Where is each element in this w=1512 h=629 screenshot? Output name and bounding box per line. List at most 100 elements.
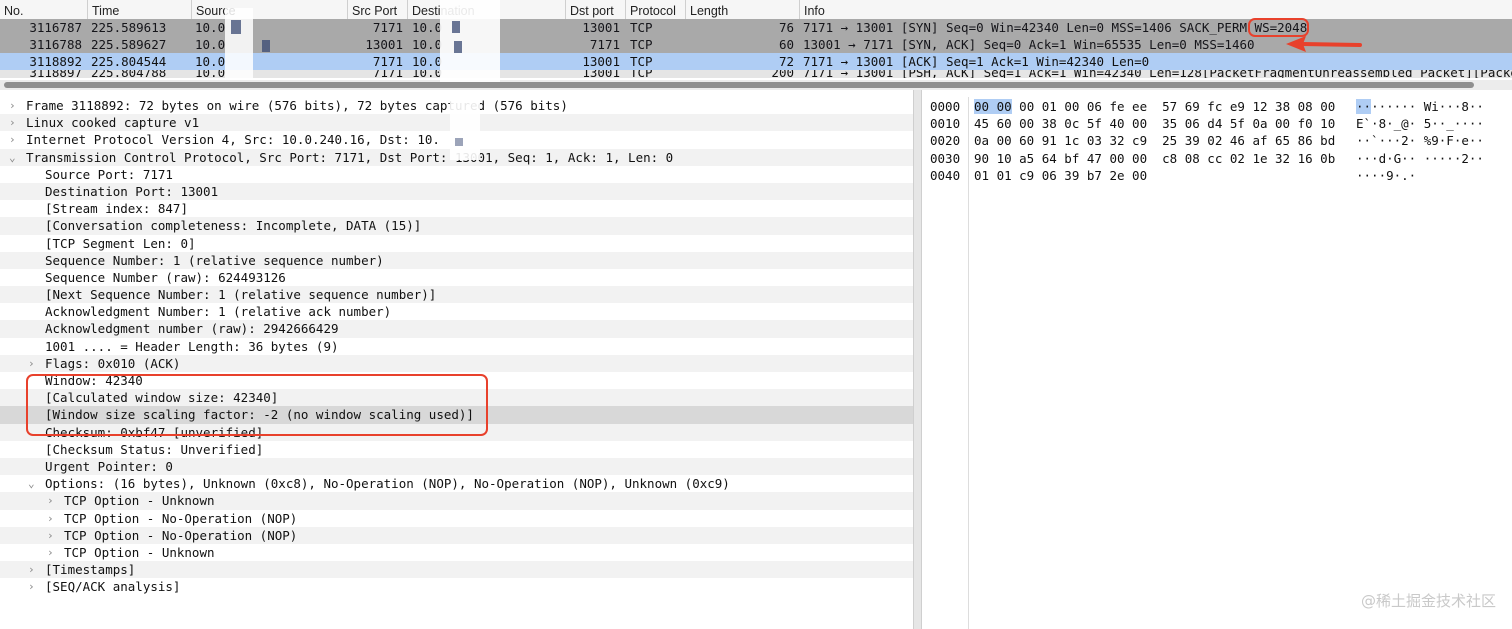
- expand-arrow-closed-icon[interactable]: ›: [28, 561, 35, 578]
- column-no[interactable]: No.: [0, 0, 87, 20]
- detail-row[interactable]: [Next Sequence Number: 1 (relative seque…: [0, 286, 913, 304]
- expand-arrow-closed-icon[interactable]: ›: [47, 510, 54, 527]
- expand-arrow-closed-icon[interactable]: ›: [9, 114, 16, 131]
- detail-row[interactable]: Source Port: 7171: [0, 166, 913, 183]
- packet-details-pane[interactable]: › Frame 3118892: 72 bytes on wire (576 bi…: [0, 97, 913, 629]
- detail-text: Flags: 0x010 (ACK): [45, 355, 181, 371]
- detail-text: [Conversation completeness: Incomplete, …: [45, 218, 422, 234]
- detail-text: Sequence Number: 1 (relative sequence nu…: [45, 252, 384, 268]
- detail-row[interactable]: › TCP Option - Unknown: [0, 544, 913, 561]
- expand-arrow-closed-icon[interactable]: ›: [47, 527, 54, 544]
- packet-length: 60: [778, 37, 794, 52]
- packet-dst-port: 13001: [582, 20, 620, 35]
- detail-row[interactable]: ⌄ Options: (16 bytes), Unknown (0xc8), No…: [0, 475, 913, 492]
- detail-row[interactable]: Sequence Number: 1 (relative sequence nu…: [0, 251, 913, 269]
- packet-source: 10.0: [195, 20, 226, 35]
- detail-row[interactable]: › TCP Option - Unknown: [0, 492, 913, 510]
- packet-length: 72: [778, 54, 794, 69]
- detail-row[interactable]: › [Timestamps]: [0, 561, 913, 579]
- packet-protocol: TCP: [630, 20, 653, 35]
- packet-protocol: TCP: [630, 37, 653, 52]
- detail-text: [SEQ/ACK analysis]: [45, 579, 181, 595]
- detail-row[interactable]: 1001 .... = Header Length: 36 bytes (9): [0, 338, 913, 355]
- detail-text: TCP Option - No-Operation (NOP): [64, 527, 298, 543]
- column-src-port[interactable]: Src Port: [347, 0, 407, 20]
- detail-row[interactable]: [Stream index: 847]: [0, 200, 913, 217]
- packet-info: 13001 → 7171 [SYN, ACK] Seq=0 Ack=1 Win=…: [803, 37, 1255, 52]
- expand-arrow-closed-icon[interactable]: ›: [28, 355, 35, 372]
- column-dst-port[interactable]: Dst port: [565, 0, 625, 20]
- packet-no: 3116787: [29, 20, 82, 35]
- redaction-blur: [455, 138, 463, 146]
- redaction-blur: [440, 0, 500, 82]
- packet-no: 3118892: [29, 54, 82, 69]
- hex-offset: 0030: [930, 150, 961, 166]
- packet-destination: 10.0: [412, 20, 443, 35]
- detail-row[interactable]: › [SEQ/ACK analysis]: [0, 578, 913, 595]
- hex-highlight: 00 00: [974, 99, 1012, 114]
- horizontal-scrollbar[interactable]: [0, 80, 1512, 90]
- column-source[interactable]: Source: [191, 0, 347, 20]
- hex-offset: 0020: [930, 133, 961, 149]
- scrollbar-thumb[interactable]: [4, 82, 1474, 88]
- detail-row[interactable]: Urgent Pointer: 0: [0, 457, 913, 476]
- column-length[interactable]: Length: [685, 0, 799, 20]
- detail-row[interactable]: Sequence Number (raw): 624493126: [0, 269, 913, 286]
- detail-text: [TCP Segment Len: 0]: [45, 235, 196, 251]
- detail-row[interactable]: [TCP Segment Len: 0]: [0, 235, 913, 252]
- packet-source: 10.0: [195, 54, 226, 69]
- hex-ascii: ········ Wi···8··: [1356, 99, 1484, 114]
- detail-row[interactable]: › TCP Option - No-Operation (NOP): [0, 510, 913, 527]
- packet-time: 225.589627: [91, 37, 167, 52]
- expand-arrow-closed-icon[interactable]: ›: [9, 97, 16, 114]
- packet-dst-port: 13001: [582, 54, 620, 69]
- detail-row[interactable]: Destination Port: 13001: [0, 182, 913, 201]
- packet-source: 10.0: [195, 70, 226, 78]
- expand-arrow-closed-icon[interactable]: ›: [28, 578, 35, 595]
- detail-text: Acknowledgment Number: 1 (relative ack n…: [45, 304, 392, 320]
- packet-list[interactable]: No. Time Source Src Port Destination Dst…: [0, 0, 1512, 90]
- redaction-blur: [454, 41, 462, 53]
- packet-time: 225.804544: [91, 54, 167, 69]
- hex-offset: 0040: [930, 167, 961, 183]
- expand-arrow-closed-icon[interactable]: ›: [47, 544, 54, 561]
- highlight-window-annotation: [26, 374, 488, 436]
- detail-row[interactable]: [Conversation completeness: Incomplete, …: [0, 217, 913, 235]
- hex-ascii: ···d·G·· ·····2··: [1356, 150, 1484, 166]
- packet-bytes-pane[interactable]: 0000 00 00 00 01 00 06 fe ee 57 69 fc e9 …: [922, 97, 1512, 629]
- hex-offset: 0010: [930, 116, 961, 132]
- watermark-text: @稀土掘金技术社区: [1360, 592, 1496, 610]
- packet-length: 76: [778, 20, 794, 35]
- redaction-blur: [231, 20, 241, 34]
- pane-splitter[interactable]: [913, 90, 922, 629]
- detail-row[interactable]: [Checksum Status: Unverified]: [0, 441, 913, 458]
- detail-row[interactable]: Acknowledgment number (raw): 2942666429: [0, 320, 913, 338]
- detail-text: Urgent Pointer: 0: [45, 458, 173, 474]
- packet-no: 3116788: [29, 37, 82, 52]
- detail-row[interactable]: Acknowledgment Number: 1 (relative ack n…: [0, 303, 913, 320]
- detail-text: Frame 3118892: 72 bytes on wire (576 bit…: [26, 98, 568, 113]
- expand-arrow-closed-icon[interactable]: ›: [9, 131, 16, 148]
- detail-text: TCP Option - Unknown: [64, 544, 215, 560]
- expand-arrow-closed-icon[interactable]: ›: [47, 492, 54, 509]
- packet-src-port: 13001: [365, 37, 403, 52]
- detail-row[interactable]: › TCP Option - No-Operation (NOP): [0, 526, 913, 544]
- detail-text: Options: (16 bytes), Unknown (0xc8), No-…: [45, 476, 730, 492]
- detail-text: Transmission Control Protocol, Src Port:…: [26, 149, 674, 165]
- packet-time: 225.804788: [91, 70, 167, 78]
- detail-text: Internet Protocol Version 4, Src: 10.0.2…: [26, 132, 440, 148]
- packet-destination: 10.0: [412, 54, 443, 69]
- detail-text: [Next Sequence Number: 1 (relative seque…: [45, 287, 437, 303]
- column-info[interactable]: Info: [799, 0, 1512, 20]
- expand-arrow-open-icon[interactable]: ⌄: [28, 475, 35, 492]
- redaction-blur: [225, 8, 253, 80]
- column-time[interactable]: Time: [87, 0, 191, 20]
- redaction-blur: [262, 40, 270, 52]
- column-protocol[interactable]: Protocol: [625, 0, 685, 20]
- detail-row[interactable]: › Flags: 0x010 (ACK): [0, 354, 913, 372]
- redaction-blur: [452, 21, 460, 33]
- redaction-blur: [450, 100, 480, 160]
- expand-arrow-open-icon[interactable]: ⌄: [9, 149, 16, 166]
- packet-source: 10.0: [195, 37, 226, 52]
- detail-text: [Timestamps]: [45, 562, 136, 578]
